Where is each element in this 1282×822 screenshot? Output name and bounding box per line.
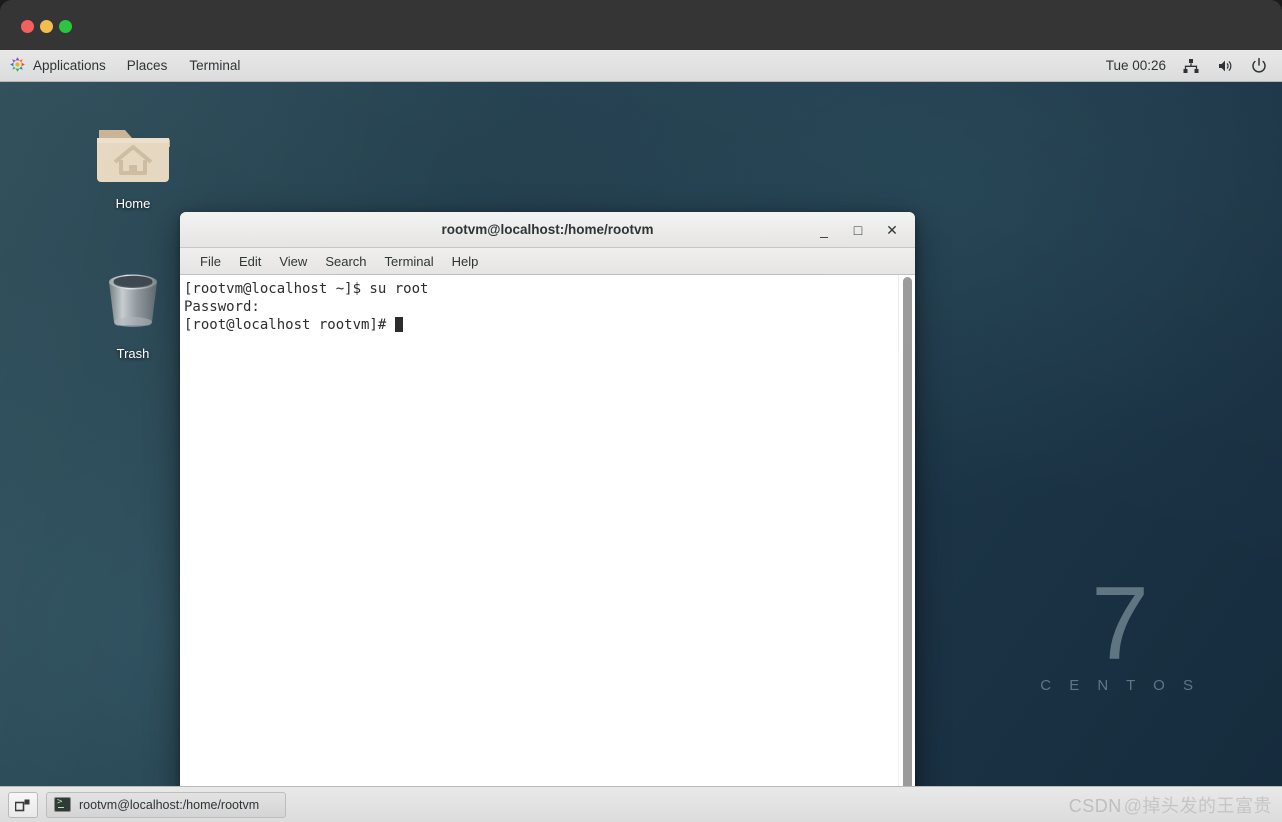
- menu-help[interactable]: Help: [443, 248, 488, 274]
- host-titlebar: [0, 0, 1282, 50]
- terminal-cursor: [394, 317, 403, 332]
- csdn-watermark: CSDN @掉头发的王富贵: [1069, 792, 1272, 818]
- desktop-icon-trash-label: Trash: [116, 346, 150, 361]
- csdn-watermark-author: @掉头发的王富贵: [1123, 796, 1272, 816]
- applications-menu[interactable]: Applications: [0, 50, 116, 81]
- taskbar: rootvm@localhost:/home/rootvm CSDN @掉头发的…: [0, 786, 1282, 822]
- menu-file[interactable]: File: [191, 248, 230, 274]
- applications-menu-label: Applications: [33, 58, 106, 73]
- terminal-line: [root@localhost rootvm]#: [184, 317, 395, 333]
- home-folder-icon: [78, 110, 188, 192]
- places-menu-label: Places: [126, 58, 168, 73]
- terminal-scrollbar-thumb[interactable]: [903, 277, 912, 786]
- clock[interactable]: Tue 00:26: [1106, 58, 1166, 73]
- csdn-watermark-site: CSDN: [1068, 796, 1122, 816]
- desktop-icon-home-label: Home: [115, 196, 151, 211]
- menu-search[interactable]: Search: [316, 248, 375, 274]
- terminal-title: rootvm@localhost:/home/rootvm: [441, 222, 654, 237]
- desktop-icon-trash[interactable]: Trash: [78, 260, 188, 361]
- menu-view[interactable]: View: [270, 248, 316, 274]
- centos-wallpaper-logo: 7 C E N T O S: [1040, 566, 1200, 694]
- terminal-menu-label: Terminal: [189, 58, 241, 73]
- taskbar-window-button-label: rootvm@localhost:/home/rootvm: [79, 797, 260, 812]
- terminal-close-button[interactable]: ✕: [875, 213, 909, 247]
- terminal-window-controls: _ □ ✕: [807, 212, 909, 248]
- places-menu[interactable]: Places: [116, 50, 179, 81]
- terminal-line: [rootvm@localhost ~]$ su root: [184, 281, 429, 297]
- terminal-window[interactable]: rootvm@localhost:/home/rootvm _ □ ✕ File…: [180, 212, 915, 786]
- desktop-icon-home[interactable]: Home: [78, 110, 188, 211]
- terminal-body[interactable]: [rootvm@localhost ~]$ su root Password: …: [180, 275, 915, 786]
- network-icon[interactable]: [1182, 57, 1200, 75]
- gnome-top-panel: Applications Places Terminal Tue 00:26: [0, 50, 1282, 82]
- terminal-maximize-button[interactable]: □: [841, 213, 875, 247]
- trash-can-icon: [78, 260, 188, 342]
- terminal-menubar: File Edit View Search Terminal Help: [180, 248, 915, 275]
- workspace-switcher-icon[interactable]: [8, 791, 38, 818]
- power-icon[interactable]: [1250, 57, 1268, 75]
- terminal-icon: [54, 797, 71, 812]
- taskbar-window-button-terminal[interactable]: rootvm@localhost:/home/rootvm: [46, 791, 286, 818]
- host-window-frame: Applications Places Terminal Tue 00:26 H…: [0, 0, 1282, 822]
- terminal-menu[interactable]: Terminal: [178, 50, 251, 81]
- terminal-titlebar[interactable]: rootvm@localhost:/home/rootvm _ □ ✕: [180, 212, 915, 248]
- terminal-line: Password:: [184, 299, 260, 315]
- centos-wordmark: C E N T O S: [1040, 677, 1200, 694]
- centos-version-number: 7: [1091, 566, 1150, 683]
- host-minimize-button[interactable]: [40, 20, 53, 33]
- terminal-minimize-button[interactable]: _: [807, 213, 841, 247]
- host-zoom-button[interactable]: [59, 20, 72, 33]
- host-close-button[interactable]: [21, 20, 34, 33]
- terminal-scrollbar[interactable]: [898, 275, 915, 786]
- applications-pinwheel-icon: [9, 56, 26, 76]
- panel-status-area: Tue 00:26: [1106, 57, 1282, 75]
- desktop[interactable]: Home Trash 7 C E N T O S rootvm@localhos…: [0, 82, 1282, 786]
- menu-terminal[interactable]: Terminal: [376, 248, 443, 274]
- menu-edit[interactable]: Edit: [230, 248, 270, 274]
- volume-icon[interactable]: [1216, 57, 1234, 75]
- terminal-output: [rootvm@localhost ~]$ su root Password: …: [180, 275, 915, 334]
